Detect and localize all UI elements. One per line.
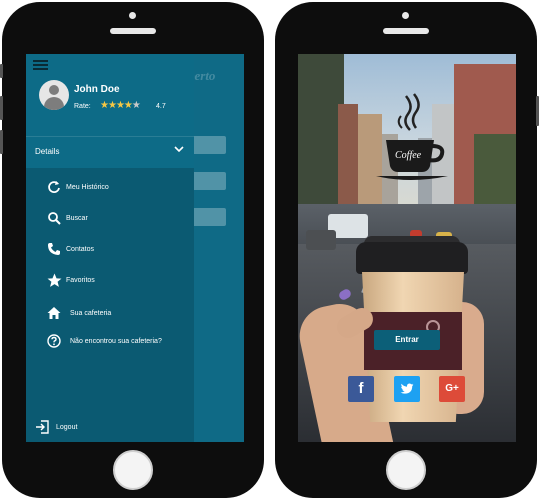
drawer-header: John Doe Rate: ★★★★★ 4.7 Details xyxy=(26,54,194,168)
menu-item-favoritos[interactable]: Favoritos xyxy=(26,269,194,295)
star-filled-icon: ★ xyxy=(100,100,109,111)
building xyxy=(338,104,358,204)
home-button[interactable] xyxy=(113,450,153,490)
menu-label: Buscar xyxy=(66,215,88,222)
hamburger-menu-icon[interactable] xyxy=(33,60,49,72)
navigation-drawer: John Doe Rate: ★★★★★ 4.7 Details Meu His… xyxy=(26,54,194,442)
search-icon xyxy=(46,211,62,227)
chevron-down-icon xyxy=(174,144,184,157)
rating-stars: ★★★★★ xyxy=(100,100,141,111)
cup-lid xyxy=(356,242,468,274)
menu-item-nao-encontrou[interactable]: Não encontrou sua cafeteria? xyxy=(26,330,194,356)
right-screen: Coffee Entrar f G+ xyxy=(298,54,516,442)
tree-right xyxy=(474,134,516,204)
star-filled-icon: ★ xyxy=(123,100,133,111)
mockup-stage: Encontre o melhor café perto de você Joh… xyxy=(0,0,539,500)
phone-icon xyxy=(46,242,62,258)
rate-label: Rate: xyxy=(74,103,91,110)
star-icon xyxy=(46,273,62,289)
front-camera xyxy=(129,12,136,19)
front-camera xyxy=(402,12,409,19)
enter-button[interactable]: Entrar xyxy=(374,330,440,350)
logout-button[interactable]: Logout xyxy=(26,416,194,442)
facebook-icon: f xyxy=(358,380,364,397)
earpiece-speaker xyxy=(110,28,156,34)
rating-value: 4.7 xyxy=(156,103,166,110)
home-icon xyxy=(46,306,62,322)
menu-item-historico[interactable]: Meu Histórico xyxy=(26,176,194,202)
star-filled-icon: ★ xyxy=(107,100,117,111)
refresh-icon xyxy=(46,180,62,196)
car xyxy=(306,230,336,250)
left-screen: Encontre o melhor café perto de você Joh… xyxy=(26,54,244,442)
menu-label: Não encontrou sua cafeteria? xyxy=(70,338,162,345)
volume-down-button xyxy=(0,130,3,154)
twitter-login-button[interactable] xyxy=(394,376,420,402)
twitter-icon xyxy=(400,383,414,398)
details-toggle[interactable]: Details xyxy=(26,136,194,168)
menu-label: Meu Histórico xyxy=(66,184,109,191)
menu-item-buscar[interactable]: Buscar xyxy=(26,207,194,233)
help-icon xyxy=(46,334,62,350)
coffee-logo: Coffee xyxy=(372,92,452,184)
user-name: John Doe xyxy=(74,84,120,95)
avatar[interactable] xyxy=(39,80,69,110)
volume-up-button xyxy=(0,96,3,120)
logo-text: Coffee xyxy=(395,150,422,161)
home-button[interactable] xyxy=(386,450,426,490)
menu-label: Favoritos xyxy=(66,277,95,284)
details-label: Details xyxy=(35,147,60,156)
earpiece-speaker xyxy=(383,28,429,34)
star-empty-icon: ★ xyxy=(131,100,141,111)
logout-label: Logout xyxy=(56,424,78,431)
google-plus-icon: G+ xyxy=(445,383,459,394)
menu-item-contatos[interactable]: Contatos xyxy=(26,238,194,264)
menu-label: Sua cafeteria xyxy=(70,310,112,317)
logout-icon xyxy=(34,420,50,436)
coffee-cup-icon xyxy=(376,93,448,180)
facebook-login-button[interactable]: f xyxy=(348,376,374,402)
mute-switch xyxy=(0,64,3,78)
menu-item-sua-cafeteria[interactable]: Sua cafeteria xyxy=(26,302,194,328)
star-filled-icon: ★ xyxy=(115,100,125,111)
google-plus-login-button[interactable]: G+ xyxy=(439,376,465,402)
menu-label: Contatos xyxy=(66,246,95,253)
